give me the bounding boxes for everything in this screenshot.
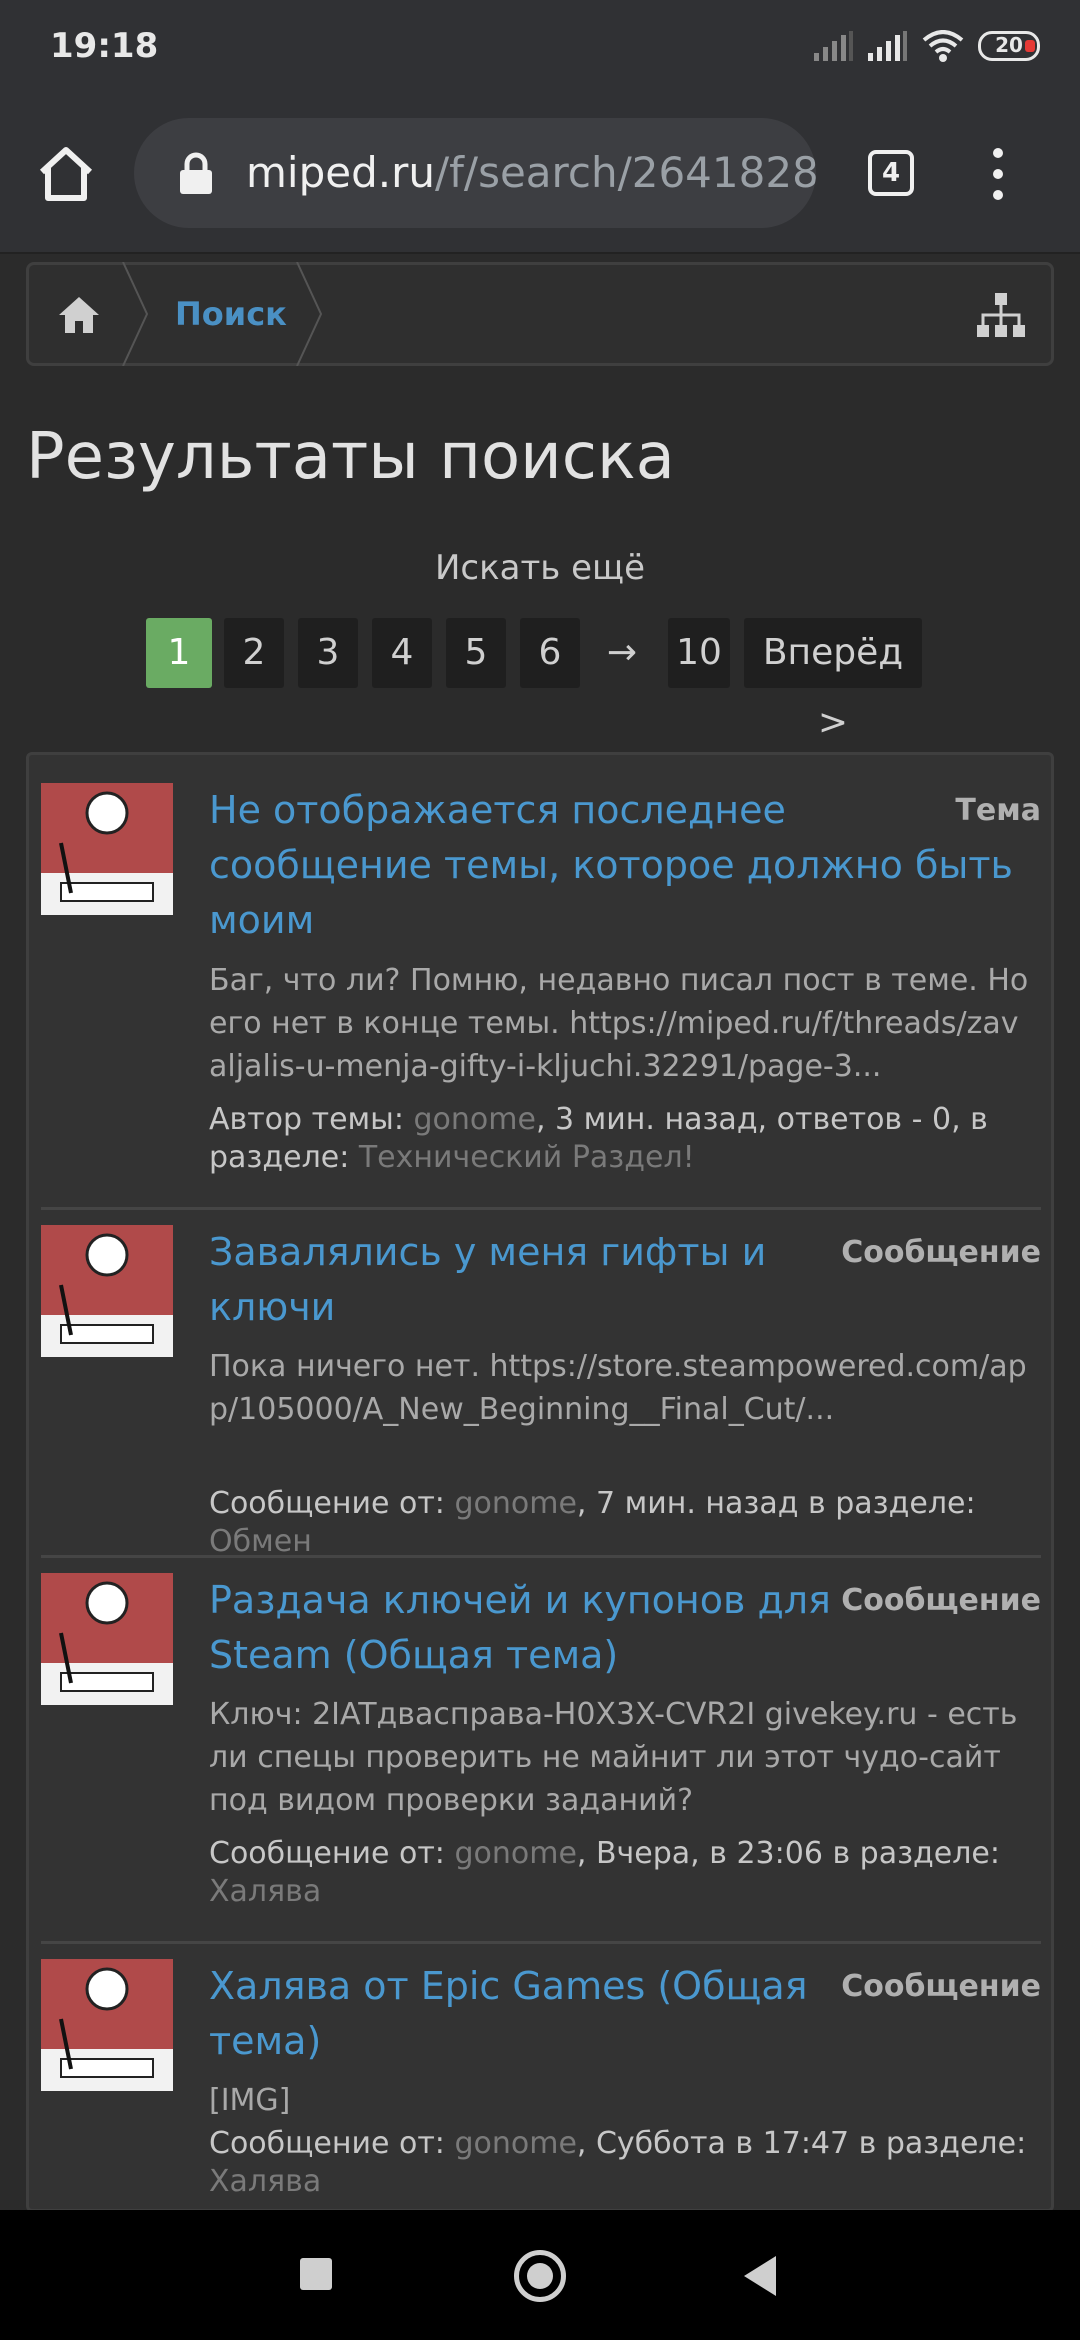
avatar-image bbox=[41, 1959, 173, 2078]
avatar-image bbox=[41, 1225, 173, 1344]
divider bbox=[41, 1207, 1041, 1210]
author-link[interactable]: gonome bbox=[454, 1486, 576, 1521]
battery-icon: 20 bbox=[978, 31, 1040, 61]
page-link-3[interactable]: 3 bbox=[298, 618, 358, 688]
breadcrumb-item-search[interactable]: Поиск bbox=[175, 295, 287, 333]
section-link[interactable]: Халява bbox=[209, 1874, 321, 1909]
recents-icon[interactable] bbox=[300, 2258, 332, 2290]
result-snippet: Пока ничего нет. https://store.steampowe… bbox=[209, 1349, 1027, 1427]
result-title[interactable]: Раздача ключей и купонов для Steam (Обща… bbox=[209, 1573, 831, 1683]
avatar[interactable] bbox=[41, 1573, 173, 1705]
result-snippet: Ключ: 2IATдваcправа-H0X3X-CVR2I givekey.… bbox=[209, 1697, 1018, 1818]
avatar[interactable] bbox=[41, 1225, 173, 1357]
sitemap-icon[interactable] bbox=[977, 293, 1025, 337]
page-link-10[interactable]: 10 bbox=[668, 618, 730, 688]
result-item: Не отображается последнее сообщение темы… bbox=[41, 783, 1041, 1183]
search-results: Не отображается последнее сообщение темы… bbox=[26, 752, 1054, 2212]
result-meta: Сообщение от: gonome, 7 мин. назад в раз… bbox=[209, 1486, 976, 1559]
avatar-image bbox=[41, 783, 173, 902]
page-link-1[interactable]: 1 bbox=[146, 618, 212, 688]
page-link-2[interactable]: 2 bbox=[224, 618, 284, 688]
breadcrumb-separator bbox=[296, 262, 323, 366]
result-item: Завалялись у меня гифты и ключи Сообщени… bbox=[41, 1225, 1041, 1559]
avatar[interactable] bbox=[41, 783, 173, 915]
avatar[interactable] bbox=[41, 1959, 173, 2091]
home-icon[interactable] bbox=[57, 295, 101, 335]
breadcrumb: Поиск bbox=[26, 262, 1054, 366]
clock: 19:18 bbox=[50, 26, 159, 66]
back-icon[interactable] bbox=[744, 2256, 776, 2296]
status-bar: 19:18 20 bbox=[0, 0, 1080, 100]
page-link-6[interactable]: 6 bbox=[520, 618, 580, 688]
section-link[interactable]: Технический Раздел! bbox=[359, 1140, 695, 1175]
url-text[interactable]: miped.ru/f/search/2641828 bbox=[246, 148, 816, 197]
divider bbox=[41, 1941, 1041, 1944]
result-meta: Сообщение от: gonome, Вчера, в 23:06 в р… bbox=[209, 1836, 1000, 1909]
lock-icon bbox=[180, 152, 212, 194]
result-snippet: [IMG] bbox=[209, 2083, 291, 2118]
result-item: Халява от Epic Games (Общая тема) Сообще… bbox=[41, 1959, 1041, 2209]
result-snippet: Баг, что ли? Помню, недавно писал пост в… bbox=[209, 963, 1029, 1084]
result-meta: Автор темы: gonome, 3 мин. назад, ответо… bbox=[209, 1102, 988, 1175]
result-type-badge: Сообщение bbox=[841, 1583, 1041, 1618]
result-title[interactable]: Завалялись у меня гифты и ключи bbox=[209, 1225, 766, 1335]
author-link[interactable]: gonome bbox=[454, 1836, 576, 1871]
author-link[interactable]: gonome bbox=[454, 2126, 576, 2161]
page-title: Результаты поиска bbox=[26, 420, 675, 494]
tab-switcher-button[interactable]: 4 bbox=[868, 150, 914, 196]
result-type-badge: Тема bbox=[955, 793, 1041, 828]
signal-icon-2 bbox=[868, 31, 907, 61]
page-link-4[interactable]: 4 bbox=[372, 618, 432, 688]
section-link[interactable]: Халява bbox=[209, 2164, 321, 2199]
home-icon[interactable] bbox=[34, 142, 98, 206]
result-item: Раздача ключей и купонов для Steam (Обща… bbox=[41, 1573, 1041, 1923]
url-path: /f/search/2641828 bbox=[434, 148, 816, 197]
next-page-button[interactable]: Вперёд > bbox=[744, 618, 922, 743]
pagination-skip-arrow: → bbox=[606, 632, 638, 673]
status-icons: 20 bbox=[814, 30, 1040, 62]
result-meta: Сообщение от: gonome, Суббота в 17:47 в … bbox=[209, 2126, 1027, 2199]
home-nav-icon[interactable] bbox=[514, 2250, 566, 2302]
breadcrumb-separator bbox=[122, 262, 149, 366]
url-host: miped.ru bbox=[246, 148, 435, 197]
section-link[interactable]: Обмен bbox=[209, 1524, 312, 1559]
overflow-menu-icon[interactable] bbox=[990, 148, 1006, 208]
result-title[interactable]: Не отображается последнее сообщение темы… bbox=[209, 783, 1013, 948]
result-title[interactable]: Халява от Epic Games (Общая тема) bbox=[209, 1959, 807, 2069]
divider bbox=[41, 1555, 1041, 1558]
signal-icon bbox=[814, 31, 853, 61]
avatar-image bbox=[41, 1573, 173, 1692]
battery-level: 20 bbox=[995, 33, 1023, 57]
page-link-5[interactable]: 5 bbox=[446, 618, 506, 688]
result-type-badge: Сообщение bbox=[841, 1969, 1041, 2004]
author-link[interactable]: gonome bbox=[414, 1102, 536, 1137]
address-bar[interactable]: miped.ru/f/search/2641828 bbox=[134, 118, 816, 228]
search-more-link[interactable]: Искать ещё bbox=[0, 548, 1080, 588]
browser-toolbar: miped.ru/f/search/2641828 4 bbox=[0, 100, 1080, 254]
wifi-icon bbox=[922, 30, 964, 62]
system-navigation-bar bbox=[0, 2210, 1080, 2340]
result-type-badge: Сообщение bbox=[841, 1235, 1041, 1270]
